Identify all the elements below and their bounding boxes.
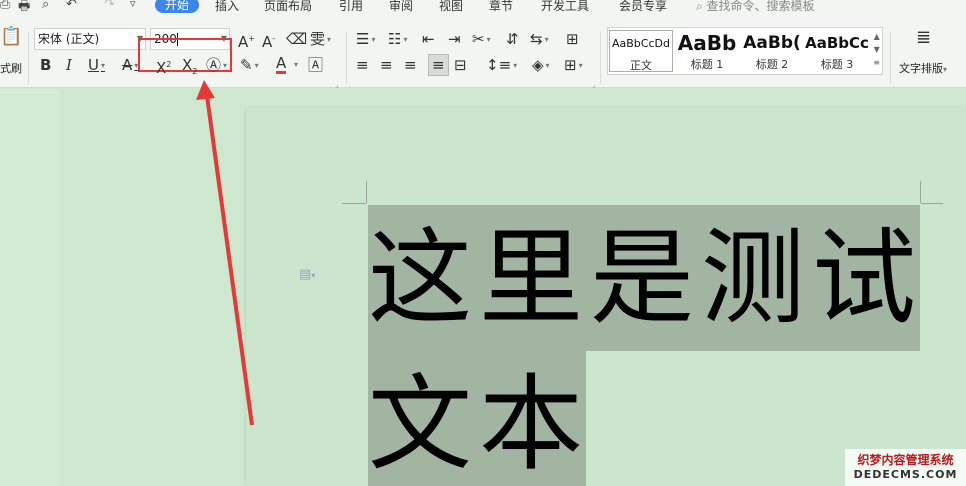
watermark: 织梦内容管理系统 DEDECMS.COM (845, 449, 966, 486)
annotation-arrow (196, 80, 254, 426)
arrow-shaft (205, 95, 254, 426)
arrow-head (196, 80, 215, 100)
